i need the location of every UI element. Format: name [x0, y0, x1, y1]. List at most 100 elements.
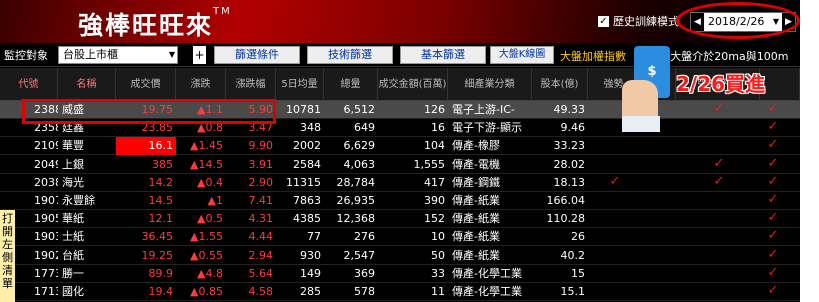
cell-change-percent: 2.94	[248, 248, 274, 262]
buy-annotation-graphic: $	[622, 46, 682, 132]
cell-code: 2109	[34, 139, 58, 153]
cell-avg-volume: 930	[300, 248, 321, 262]
cell-change-percent: 7.41	[248, 194, 274, 207]
column-header[interactable]: 漲跌	[176, 68, 226, 101]
cell-capital: 26	[571, 230, 585, 244]
table-row[interactable]: 1905 華紙 12.1 ▲0.5 4.31 4385 12,368 152 傳產-紙業 110.…	[0, 210, 800, 229]
cell-capital: 49.33	[553, 103, 586, 116]
check-icon: ✓	[767, 137, 779, 153]
column-header[interactable]: 5日均量	[276, 68, 324, 101]
cell-code: 1713	[34, 285, 58, 298]
app-title: 強棒旺旺來TM	[78, 6, 232, 40]
chevron-down-icon: ▼	[168, 50, 175, 59]
cell-industry: 傳產-紙業	[452, 194, 500, 207]
cell-price: 385	[152, 157, 173, 171]
column-header[interactable]: 成交價	[116, 68, 176, 101]
cell-total-volume: 26,935	[336, 194, 376, 207]
table-row[interactable]: 2049 上銀 385 ▲14.5 3.91 2584 4,063 1,555 傳產-電機 28.…	[0, 156, 800, 174]
cell-total-volume: 6,629	[343, 139, 376, 153]
column-header[interactable]	[760, 68, 800, 101]
history-mode-toggle[interactable]: ✓ 歷史訓練模式	[598, 13, 679, 29]
cell-change: ▲14.5	[190, 157, 223, 171]
table-row[interactable]: 2038 海光 14.2 ▲0.4 2.90 11315 28,784 417 傳產-鋼鐵 18.…	[0, 174, 800, 192]
selected-row-highlight-box	[22, 99, 276, 124]
date-highlight-circle	[676, 2, 800, 39]
column-header[interactable]: 名稱	[58, 68, 116, 101]
table-row[interactable]: 2109 華豐 16.1 ▲1.45 9.90 2002 6,629 104 傳產-橡膠 33.2…	[0, 137, 800, 156]
fundamental-filter-button[interactable]: 基本篩選	[400, 46, 486, 64]
table-row[interactable]: 1713 國化 19.4 ▲0.85 4.58 285 578 11 傳產-化學工業 15.1 ✓	[0, 283, 800, 301]
check-icon: ✓	[767, 119, 779, 135]
check-icon: ✓	[713, 101, 725, 116]
cell-trade-amount: 10	[431, 230, 445, 244]
app-header: 強棒旺旺來TM ✓ 歷史訓練模式 ◀ 2018/2/26 ▼ ▶	[0, 0, 800, 43]
cell-avg-volume: 2584	[293, 157, 321, 171]
cell-code: 2038	[34, 175, 58, 189]
check-icon: ✓	[767, 283, 779, 298]
cell-change-percent: 3.91	[248, 157, 274, 171]
cell-name: 勝一	[62, 266, 84, 280]
column-header[interactable]: 成交金額(百萬)	[378, 68, 448, 101]
market-kline-button[interactable]: 大盤K線圖	[490, 46, 554, 64]
cell-trade-amount: 104	[424, 139, 445, 153]
history-mode-checkbox[interactable]: ✓	[598, 15, 609, 27]
table-row[interactable]: 1773 勝一 89.9 ▲4.8 5.64 149 369 33 傳產-化學工業 15 ✓	[0, 265, 800, 283]
cell-name: 海光	[62, 175, 84, 189]
cell-avg-volume: 11315	[286, 175, 321, 189]
cell-industry: 傳產-紙業	[452, 248, 500, 262]
table-row[interactable]: 1903 士紙 36.45 ▲1.55 4.44 77 276 10 傳產-紙業 26 ✓	[0, 228, 800, 247]
cell-total-volume: 369	[354, 266, 375, 280]
cell-avg-volume: 348	[300, 121, 321, 135]
cell-name: 士紙	[62, 230, 84, 244]
cell-capital: 9.46	[560, 121, 586, 135]
cell-name: 華豐	[62, 139, 84, 153]
cell-change-percent: 9.90	[248, 139, 274, 153]
cell-name: 台紙	[62, 248, 84, 262]
check-icon: ✓	[767, 173, 779, 189]
cell-avg-volume: 149	[300, 266, 321, 280]
cell-price: 12.1	[148, 212, 174, 226]
table-row[interactable]: 1902 台紙 19.25 ▲0.55 2.94 930 2,547 50 傳產-紙業 40.2 ✓	[0, 247, 800, 265]
cell-trade-amount: 11	[431, 285, 445, 298]
cell-price: 14.2	[148, 175, 174, 189]
cell-capital: 15.1	[560, 285, 586, 298]
cell-avg-volume: 77	[307, 230, 321, 244]
cell-name: 上銀	[62, 157, 84, 171]
cell-code: 2049	[34, 157, 58, 171]
cell-industry: 傳產-紙業	[452, 230, 500, 244]
cell-capital: 15	[571, 266, 585, 280]
column-header[interactable]: 股本(億)	[532, 68, 588, 101]
cell-code: 1907	[34, 194, 58, 207]
cell-avg-volume: 285	[300, 285, 321, 298]
cell-total-volume: 4,063	[343, 157, 376, 171]
market-select[interactable]: 台股上市櫃 ▼	[58, 46, 178, 64]
cell-change-percent: 4.31	[248, 212, 274, 226]
cell-total-volume: 28,784	[336, 175, 376, 189]
cell-price: 36.45	[141, 230, 174, 244]
cell-capital: 110.28	[546, 212, 586, 226]
open-left-list-label: 打開左側清單	[2, 212, 13, 290]
cell-trade-amount: 1,555	[413, 157, 446, 171]
cell-change-percent: 4.44	[248, 230, 274, 244]
cell-industry: 傳產-紙業	[452, 212, 500, 226]
add-button[interactable]: +	[193, 46, 206, 64]
open-left-list-tab[interactable]: 打開左側清單	[0, 210, 15, 302]
cell-trade-amount: 16	[431, 121, 445, 135]
table-row[interactable]: 1907 永豐餘 14.5 ▲1 7.41 7863 26,935 390 傳產-紙業 166.0…	[0, 192, 800, 210]
cell-industry: 電子上游-IC-	[452, 103, 515, 116]
column-header[interactable]: 總量	[324, 68, 378, 101]
cell-trade-amount: 126	[424, 103, 445, 116]
technical-filter-button[interactable]: 技術篩選	[307, 46, 393, 64]
column-header[interactable]: 漲跌幅	[226, 68, 276, 101]
check-icon: ✓	[767, 264, 779, 280]
cell-change: ▲0.5	[197, 212, 223, 226]
cell-code: 1903	[34, 230, 58, 244]
cell-total-volume: 578	[354, 285, 375, 298]
cell-capital: 18.13	[553, 175, 586, 189]
check-icon: ✓	[609, 173, 621, 189]
cell-industry: 電子下游-顯示	[452, 121, 522, 135]
filter-conditions-button[interactable]: 篩選條件	[214, 46, 300, 64]
cell-trade-amount: 33	[431, 266, 445, 280]
column-header[interactable]: 代號	[0, 68, 58, 101]
column-header[interactable]: 細產業分類	[448, 68, 532, 101]
